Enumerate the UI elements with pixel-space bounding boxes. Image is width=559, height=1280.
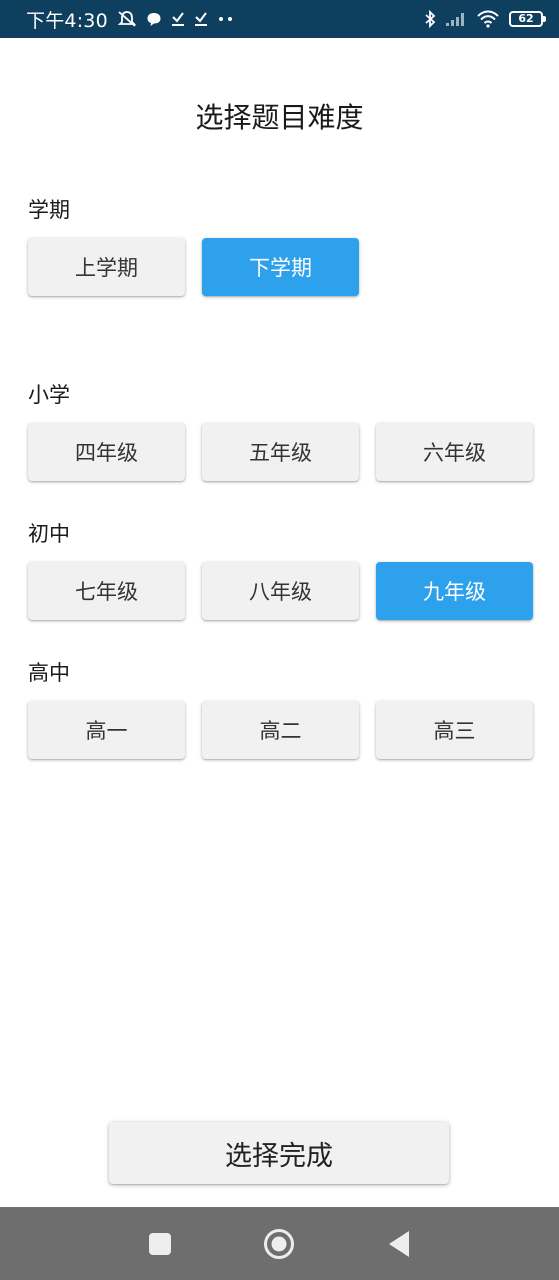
navigation-bar [0,1207,559,1280]
option-semester-2[interactable]: 下学期 [202,238,359,296]
more-dots-icon [217,15,235,23]
status-time: 下午4:30 [26,9,108,32]
status-bar-left: 下午4:30 [26,6,235,33]
option-high-1[interactable]: 高一 [28,701,185,759]
option-grade-5[interactable]: 五年级 [202,423,359,481]
mute-icon [117,10,137,28]
page-title: 选择题目难度 [195,101,364,134]
option-grade-8[interactable]: 八年级 [202,562,359,620]
option-grade-9[interactable]: 九年级 [376,562,533,620]
option-grade-4[interactable]: 四年级 [28,423,185,481]
option-grade-6[interactable]: 六年级 [376,423,533,481]
status-bar: 下午4:30 62 [0,0,559,38]
battery-icon: 62 [509,11,546,27]
option-semester-1[interactable]: 上学期 [28,238,185,296]
signal-icon [445,11,467,27]
status-bar-right: 62 [424,10,546,28]
bluetooth-icon [424,10,436,28]
chat-bubble-icon [146,11,162,27]
done-button[interactable]: 选择完成 [109,1122,449,1184]
recent-apps-icon[interactable] [138,1222,182,1266]
download-done-icon [171,11,185,27]
semester-label: 学期 [28,198,70,222]
home-icon[interactable] [257,1222,301,1266]
high-school-label: 高中 [28,661,70,685]
option-grade-7[interactable]: 七年级 [28,562,185,620]
wifi-icon [476,10,500,28]
option-high-3[interactable]: 高三 [376,701,533,759]
option-high-2[interactable]: 高二 [202,701,359,759]
download-done-icon [194,11,208,27]
middle-school-label: 初中 [28,522,70,546]
back-icon[interactable] [377,1222,421,1266]
primary-school-label: 小学 [28,383,70,407]
